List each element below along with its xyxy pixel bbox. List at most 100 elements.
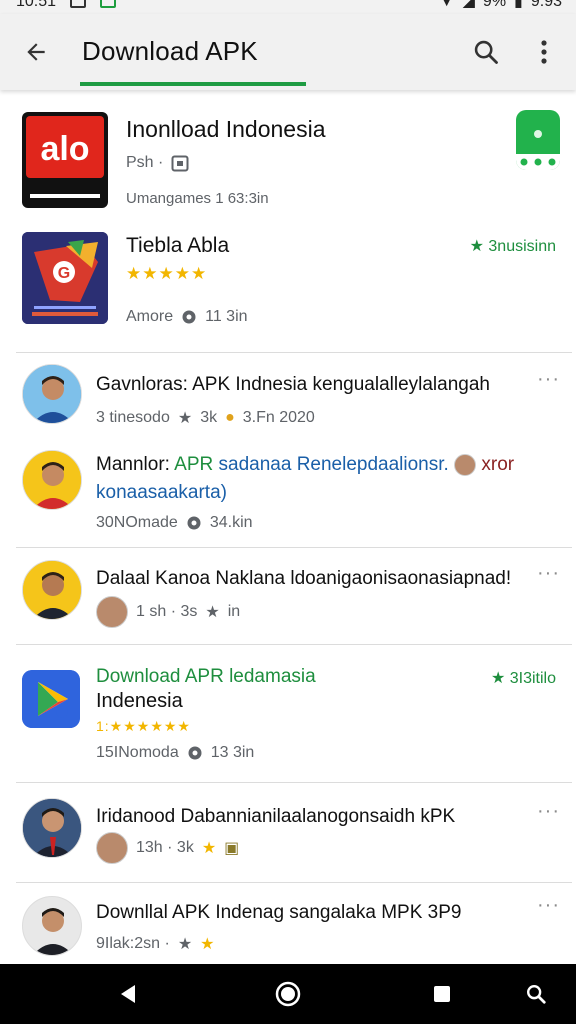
square-recents-icon bbox=[434, 986, 450, 1002]
post-meta: 30NOmade 34.kin bbox=[96, 514, 253, 532]
divider bbox=[16, 644, 572, 645]
divider bbox=[16, 882, 572, 883]
post-title[interactable]: Downllal APK Indenag sangalaka MPK 3P9 bbox=[96, 902, 461, 924]
g-shield-logo-icon: G bbox=[22, 232, 108, 324]
featured-app-item[interactable]: Download APR ledamasia Indenesia ★ 3I3it… bbox=[14, 652, 572, 782]
divider bbox=[16, 547, 572, 548]
app-meta: Psh · bbox=[126, 154, 189, 172]
post-title[interactable]: Gavnloras: APK Indnesia kengualalleylala… bbox=[96, 374, 490, 396]
green-app-badge-icon[interactable] bbox=[516, 110, 560, 170]
post-title[interactable]: Mannlor: APR sadanaa Renelepdaalionsr. x… bbox=[96, 454, 514, 476]
calendar-icon: ▣ bbox=[224, 840, 240, 857]
battery-icon: ▮ bbox=[514, 0, 523, 10]
alo-download-logo-icon: alo bbox=[22, 112, 108, 208]
app-meta-a: Psh · bbox=[126, 154, 164, 171]
post-meta: 1 sh · 3s ★ in bbox=[96, 596, 240, 628]
divider bbox=[16, 352, 572, 353]
app-notification-icon bbox=[100, 0, 117, 8]
avatar-man-suit[interactable] bbox=[22, 798, 82, 858]
post-title[interactable]: Dalaal Kanoa Naklana ldoanigaonisaonasia… bbox=[96, 568, 511, 590]
nav-home-button[interactable] bbox=[266, 974, 310, 1014]
post-title-a: Mannlor: bbox=[96, 454, 170, 476]
search-button[interactable] bbox=[466, 32, 506, 72]
post-list-item[interactable]: Dalaal Kanoa Naklana ldoanigaonisaonasia… bbox=[14, 554, 572, 646]
avatar-man-red[interactable] bbox=[22, 450, 82, 510]
post-time: 3 tinesodo bbox=[96, 409, 170, 426]
app-meta-a: Amore bbox=[126, 308, 174, 325]
wifi-icon: ▼ bbox=[438, 0, 455, 10]
post-title-d: xror bbox=[481, 454, 515, 476]
back-button[interactable] bbox=[16, 32, 56, 72]
post-likes: 3k bbox=[200, 409, 218, 426]
app-list-item[interactable]: alo Inonlload Indonesia Psh · Umangames … bbox=[14, 92, 572, 214]
rating-stars: ★★★★★ bbox=[126, 264, 208, 283]
system-nav-bar bbox=[0, 964, 576, 1024]
post-meta: 13h · 3k ★ ▣ bbox=[96, 832, 239, 864]
post-list-item[interactable]: Gavnloras: APK Indnesia kengualalleylala… bbox=[14, 360, 572, 444]
post-list-item[interactable]: Iridanood Dabannianilaalanogonsaidh kPK … bbox=[14, 792, 572, 878]
commenter-avatar bbox=[96, 832, 128, 864]
star-icon: ★ bbox=[200, 936, 215, 953]
post-list-item[interactable]: Mannlor: APR sadanaa Renelepdaalionsr. x… bbox=[14, 444, 572, 544]
featured-distance: 13 3in bbox=[210, 744, 255, 761]
post-overflow-button[interactable]: ··· bbox=[537, 368, 560, 391]
app-meta-b: 11 3in bbox=[205, 308, 248, 325]
app-title[interactable]: Inonlload Indonesia bbox=[126, 116, 326, 143]
nav-search-button[interactable] bbox=[514, 974, 558, 1014]
status-clock: 9:93 bbox=[530, 0, 562, 10]
featured-time: 15INomoda bbox=[96, 744, 179, 761]
featured-title[interactable]: Download APR ledamasia bbox=[96, 666, 316, 688]
page-title: Download APK bbox=[82, 36, 258, 66]
post-time: 30NOmade bbox=[96, 514, 178, 531]
post-time: 13h · 3k bbox=[136, 839, 194, 856]
star-icon: ★ bbox=[177, 936, 193, 953]
app-bar: Download APK bbox=[0, 14, 576, 90]
app-rating: ★ 3nusisinn bbox=[469, 238, 556, 255]
status-bar: 10:51 ▼ ◢ 9% ▮ 9:93 bbox=[0, 0, 576, 14]
post-overflow-button[interactable]: ··· bbox=[537, 800, 560, 823]
svg-text:alo: alo bbox=[40, 130, 89, 168]
triangle-back-icon bbox=[121, 985, 135, 1003]
post-list-item[interactable]: Downllal APK Indenag sangalaka MPK 3P9 ·… bbox=[14, 890, 572, 964]
more-vert-icon bbox=[541, 40, 547, 64]
location-icon bbox=[187, 516, 201, 530]
post-distance: 34.kin bbox=[209, 514, 253, 531]
location-icon bbox=[182, 310, 196, 324]
mini-avatar bbox=[454, 454, 477, 476]
search-icon bbox=[474, 40, 498, 64]
avatar-man-dark[interactable] bbox=[22, 896, 82, 956]
avatar-man-blue[interactable] bbox=[22, 364, 82, 424]
play-store-icon bbox=[22, 670, 80, 728]
signal-icon: ◢ bbox=[462, 0, 475, 10]
post-overflow-button[interactable]: ··· bbox=[537, 894, 560, 917]
post-likes: in bbox=[227, 603, 241, 620]
app-title[interactable]: Tiebla Abla bbox=[126, 234, 229, 258]
post-time: 1 sh · 3s bbox=[136, 603, 198, 620]
app-list-item[interactable]: G Tiebla Abla ★★★★★ ★ 3nusisinn Amore 11… bbox=[14, 222, 572, 342]
post-title-line2: konaasaakarta) bbox=[96, 482, 227, 503]
nav-back-button[interactable] bbox=[106, 974, 150, 1014]
avatar-man-green[interactable] bbox=[22, 560, 82, 620]
svg-text:G: G bbox=[58, 265, 70, 282]
post-title-c: sadanaa Renelepdaalionsr. bbox=[218, 454, 449, 476]
post-title-b: APR bbox=[174, 454, 214, 476]
overflow-menu-button[interactable] bbox=[526, 32, 562, 72]
divider bbox=[16, 782, 572, 783]
featured-title-line2: Indenesia bbox=[96, 690, 183, 712]
post-overflow-button[interactable]: ··· bbox=[537, 562, 560, 585]
star-icon: ★ bbox=[205, 604, 220, 621]
rating-stars: 1:★★★★★★ bbox=[96, 718, 191, 734]
circle-home-icon bbox=[275, 981, 301, 1007]
app-meta-b: Umangames 1 63:3in bbox=[126, 190, 269, 207]
post-title[interactable]: Iridanood Dabannianilaalanogonsaidh kPK bbox=[96, 806, 455, 828]
content-list[interactable]: alo Inonlload Indonesia Psh · Umangames … bbox=[4, 92, 572, 964]
title-underline bbox=[80, 82, 306, 86]
status-time: 10:51 bbox=[16, 0, 57, 10]
emoji-icon: ● bbox=[225, 409, 235, 426]
app-meta: Amore 11 3in bbox=[126, 308, 248, 326]
commenter-avatar bbox=[96, 596, 128, 628]
star-icon: ★ bbox=[177, 410, 193, 427]
nav-recents-button[interactable] bbox=[420, 974, 464, 1014]
star-icon: ★ bbox=[201, 840, 217, 857]
back-arrow-icon bbox=[27, 43, 45, 61]
